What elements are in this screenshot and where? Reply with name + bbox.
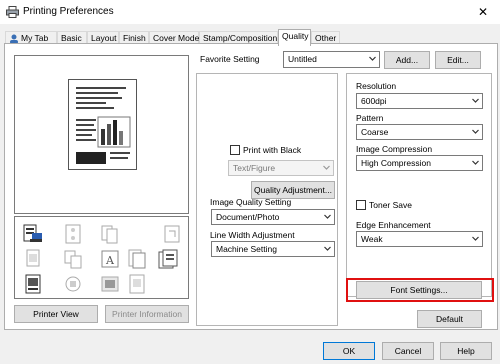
watermark-icon[interactable] xyxy=(126,273,148,295)
toner-save-label: Toner Save xyxy=(369,200,412,210)
chevron-down-icon xyxy=(323,165,330,170)
font-settings-button[interactable]: Font Settings... xyxy=(356,281,482,299)
image-compression-select[interactable]: High Compression xyxy=(356,155,483,171)
pattern-label: Pattern xyxy=(356,113,384,123)
button-label: OK xyxy=(342,346,356,356)
edge-enhancement-label: Edge Enhancement xyxy=(356,220,431,230)
image-quality-select[interactable]: Document/Photo xyxy=(211,209,335,225)
booklet-icon[interactable] xyxy=(161,223,183,245)
printer-view-button[interactable]: Printer View xyxy=(14,305,98,323)
chevron-down-icon xyxy=(324,246,331,251)
tab-label: Cover Mode xyxy=(153,33,200,43)
chevron-down-icon xyxy=(472,98,479,103)
resolution-label: Resolution xyxy=(356,81,397,91)
close-icon[interactable]: ✕ xyxy=(466,0,500,24)
edge-enhancement-value: Weak xyxy=(361,234,383,244)
cover-icon[interactable] xyxy=(62,273,84,295)
button-label: Default xyxy=(436,314,463,324)
resolution-select[interactable]: 600dpi xyxy=(356,93,483,109)
window-title: Printing Preferences xyxy=(23,6,114,17)
tab-label: Layout xyxy=(91,33,117,43)
pattern-select[interactable]: Coarse xyxy=(356,124,483,140)
tab-label: Finish xyxy=(123,33,146,43)
edit-favorite-button[interactable]: Edit... xyxy=(435,51,481,69)
tab-quality[interactable]: Quality xyxy=(278,29,311,46)
printer-icon xyxy=(6,6,19,18)
text-figure-value: Text/Figure xyxy=(233,163,276,173)
original-icon[interactable] xyxy=(22,248,44,270)
text-icon[interactable]: A xyxy=(99,248,121,270)
tab-label: Stamp/Composition xyxy=(203,33,278,43)
ok-button[interactable]: OK xyxy=(323,342,375,360)
edge-enhancement-select[interactable]: Weak xyxy=(356,231,483,247)
line-width-select[interactable]: Machine Setting xyxy=(211,241,335,257)
staple-icon[interactable] xyxy=(22,223,44,245)
line-width-value: Machine Setting xyxy=(216,244,277,254)
tab-strip: My Tab Basic Layout Finish Cover Mode St… xyxy=(0,24,500,46)
button-label: Edit... xyxy=(447,55,469,65)
chevron-down-icon xyxy=(369,56,376,61)
line-width-adjustment-label: Line Width Adjustment xyxy=(210,230,295,240)
favorite-setting-value: Untitled xyxy=(288,54,317,64)
button-label: Quality Adjustment... xyxy=(254,185,332,195)
sheet-icon[interactable] xyxy=(126,248,148,270)
chevron-down-icon xyxy=(472,160,479,165)
print-with-black-label: Print with Black xyxy=(243,145,302,155)
toner-save-checkbox[interactable] xyxy=(356,200,366,210)
pattern-value: Coarse xyxy=(361,127,389,137)
function-icons-panel: A xyxy=(14,216,189,299)
button-label: Cancel xyxy=(394,346,422,356)
quality-tab-panel: A Printer View Printer Information Favor… xyxy=(4,43,498,330)
printer-information-button[interactable]: Printer Information xyxy=(105,305,189,323)
favorite-setting-select[interactable]: Untitled xyxy=(283,51,380,68)
cancel-button[interactable]: Cancel xyxy=(382,342,434,360)
title-bar: Printing Preferences ✕ xyxy=(0,0,500,24)
print-with-black-checkbox[interactable] xyxy=(230,145,240,155)
image-quality-setting-label: Image Quality Setting xyxy=(210,197,292,207)
insert-icon[interactable] xyxy=(99,273,121,295)
book-icon[interactable] xyxy=(157,248,179,270)
button-label: Font Settings... xyxy=(390,285,448,295)
fold-icon[interactable] xyxy=(99,223,121,245)
chevron-down-icon xyxy=(324,214,331,219)
button-label: Help xyxy=(457,346,475,356)
help-button[interactable]: Help xyxy=(440,342,492,360)
tab-label: Basic xyxy=(61,33,82,43)
tab-label: Quality xyxy=(282,31,309,41)
text-figure-select[interactable]: Text/Figure xyxy=(228,160,334,176)
button-label: Printer View xyxy=(33,309,79,319)
add-favorite-button[interactable]: Add... xyxy=(384,51,430,69)
favorite-setting-label: Favorite Setting xyxy=(200,54,260,64)
default-button[interactable]: Default xyxy=(417,310,482,328)
punch-icon[interactable] xyxy=(62,223,84,245)
document-preview-icon xyxy=(68,79,137,170)
chevron-down-icon xyxy=(472,129,479,134)
image-quality-value: Document/Photo xyxy=(216,212,280,222)
page-preview xyxy=(14,55,189,214)
image-icon[interactable] xyxy=(22,273,44,295)
chevron-down-icon xyxy=(472,236,479,241)
output-tray-icon[interactable] xyxy=(62,248,84,270)
svg-text:A: A xyxy=(105,254,115,267)
dialog-footer: OK Cancel Help xyxy=(0,330,500,364)
resolution-value: 600dpi xyxy=(361,96,387,106)
image-compression-label: Image Compression xyxy=(356,144,433,154)
image-compression-value: High Compression xyxy=(361,158,431,168)
button-label: Printer Information xyxy=(112,309,182,319)
tab-label: Other xyxy=(315,33,337,43)
button-label: Add... xyxy=(395,55,419,65)
